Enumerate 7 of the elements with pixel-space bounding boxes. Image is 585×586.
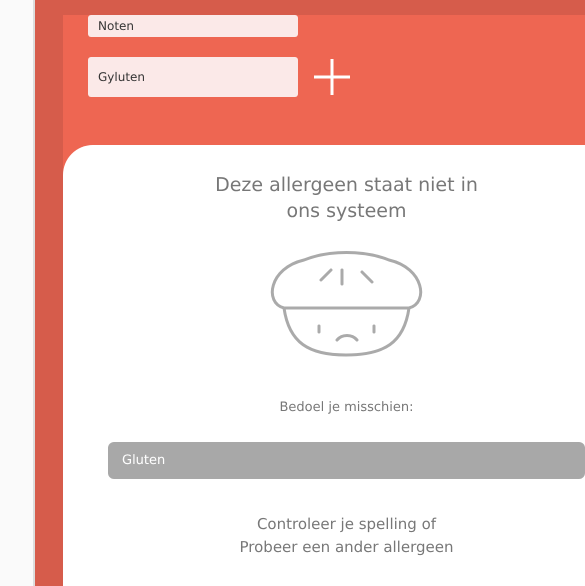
suggestion-label: Bedoel je misschien: — [279, 399, 414, 418]
hint-text: Probeer een ander allergeen — [240, 536, 454, 558]
plus-icon[interactable] — [312, 57, 352, 97]
hint-text: Controleer je spelling of — [256, 514, 436, 536]
card-title: Deze allergeen staat niet in ons systeem — [214, 173, 479, 224]
ingredient-field[interactable]: Noten — [88, 15, 298, 37]
ingredient-field[interactable]: Gyluten — [88, 57, 298, 97]
